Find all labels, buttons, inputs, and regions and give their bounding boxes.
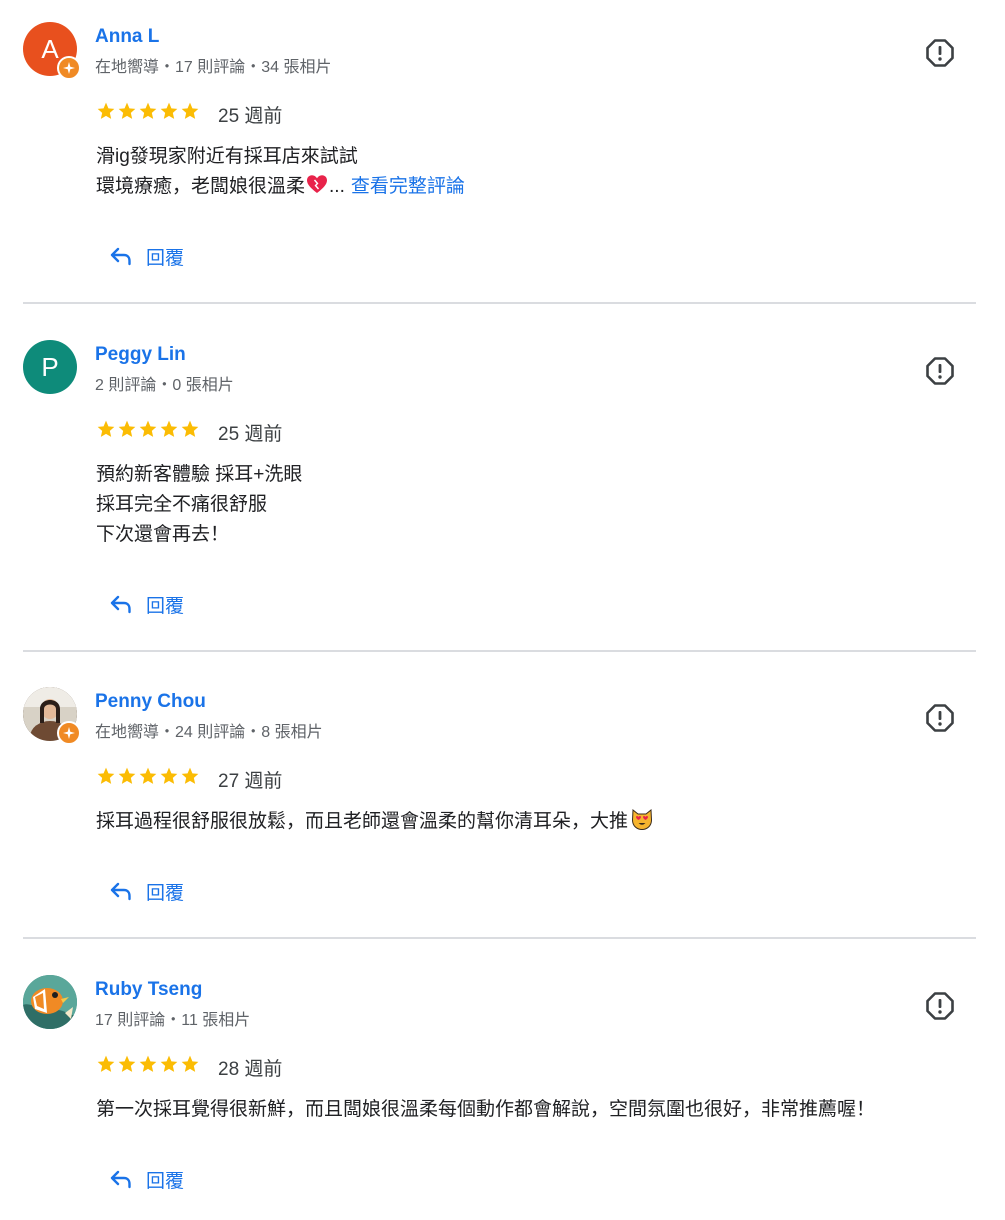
- star-icon: [139, 420, 157, 437]
- reviewer-name[interactable]: Ruby Tseng: [95, 979, 202, 1001]
- reply-label: 回覆: [146, 595, 185, 617]
- reviewer-name[interactable]: Peggy Lin: [95, 344, 186, 366]
- reviewer-meta[interactable]: 17 則評論・11 張相片: [95, 1006, 250, 1030]
- reviewer-meta[interactable]: 在地嚮導・24 則評論・8 張相片: [95, 718, 323, 742]
- ellipsis: ...: [329, 176, 345, 197]
- review-text: 第一次採耳覺得很新鮮，而且闆娘很溫柔每個動作都會解說，空間氛圍也很好，非常推薦喔…: [96, 1095, 875, 1125]
- reviewer-meta[interactable]: 在地嚮導・17 則評論・34 張相片: [95, 53, 332, 77]
- star-icon: [118, 420, 136, 437]
- star-rating: [96, 766, 200, 788]
- star-rating: [96, 1054, 200, 1076]
- avatar-letter: A: [41, 33, 59, 64]
- reviewer-meta[interactable]: 2 則評論・0 張相片: [95, 371, 234, 395]
- heart-eyes-cat-emoji: [632, 808, 653, 831]
- review-line-with-more: 環境療癒，老闆娘很溫柔... 查看完整評論: [96, 172, 465, 202]
- star-icon: [97, 767, 115, 784]
- avatar-letter: P: [41, 351, 59, 382]
- local-guide-badge-icon: [57, 56, 81, 80]
- star-icon: [118, 767, 136, 784]
- star-icon: [160, 767, 178, 784]
- star-icon: [139, 102, 157, 119]
- review-line: 第一次採耳覺得很新鮮，而且闆娘很溫柔每個動作都會解說，空間氛圍也很好，非常推薦喔…: [96, 1099, 876, 1120]
- reply-label: 回覆: [146, 882, 185, 904]
- see-full-review-link[interactable]: 查看完整評論: [351, 176, 465, 197]
- avatar[interactable]: [23, 975, 77, 1029]
- review-date: 25 週前: [218, 424, 283, 445]
- reply-label: 回覆: [146, 247, 185, 269]
- report-icon[interactable]: [925, 356, 955, 386]
- avatar-photo: [23, 975, 77, 1029]
- avatar[interactable]: [23, 687, 81, 745]
- reply-icon: [110, 882, 131, 901]
- star-rating: [96, 419, 200, 441]
- star-icon: [160, 1055, 178, 1072]
- report-icon[interactable]: [925, 38, 955, 68]
- star-icon: [139, 767, 157, 784]
- review-text: 滑ig發現家附近有採耳店來試試 環境療癒，老闆娘很溫柔... 查看完整評論: [96, 142, 465, 202]
- reviewer-name[interactable]: Anna L: [95, 26, 159, 48]
- review-line: 環境療癒，老闆娘很溫柔: [96, 176, 306, 197]
- review-text: 採耳過程很舒服很放鬆，而且老師還會溫柔的幫你清耳朵，大推: [96, 807, 654, 837]
- divider: [23, 302, 976, 304]
- star-icon: [160, 102, 178, 119]
- star-icon: [97, 1055, 115, 1072]
- reply-button[interactable]: 回覆: [108, 242, 184, 270]
- reply-icon: [110, 595, 131, 614]
- heart-emoji: [307, 175, 328, 193]
- review-line-with-emoji: 採耳過程很舒服很放鬆，而且老師還會溫柔的幫你清耳朵，大推: [96, 807, 654, 837]
- review-line: 滑ig發現家附近有採耳店來試試: [96, 146, 358, 167]
- star-icon: [181, 1055, 199, 1072]
- star-icon: [139, 1055, 157, 1072]
- reviewer-name[interactable]: Penny Chou: [95, 691, 206, 713]
- review-text: 預約新客體驗 採耳+洗眼 採耳完全不痛很舒服 下次還會再去！: [96, 460, 302, 550]
- reply-label: 回覆: [146, 1170, 185, 1192]
- review-line: 下次還會再去！: [96, 524, 230, 545]
- reply-button[interactable]: 回覆: [108, 877, 184, 905]
- review-date: 25 週前: [218, 106, 283, 127]
- star-icon: [181, 767, 199, 784]
- review-line: 採耳完全不痛很舒服: [96, 494, 268, 515]
- star-icon: [118, 1055, 136, 1072]
- review-date: 28 週前: [218, 1059, 283, 1080]
- star-icon: [181, 102, 199, 119]
- review-date: 27 週前: [218, 771, 283, 792]
- star-icon: [160, 420, 178, 437]
- divider: [23, 650, 976, 652]
- report-icon[interactable]: [925, 991, 955, 1021]
- star-icon: [181, 420, 199, 437]
- avatar[interactable]: A: [23, 22, 81, 80]
- reply-button[interactable]: 回覆: [108, 590, 184, 618]
- reply-icon: [110, 247, 131, 266]
- review-line: 預約新客體驗 採耳+洗眼: [96, 464, 303, 485]
- review-line: 採耳過程很舒服很放鬆，而且老師還會溫柔的幫你清耳朵，大推: [96, 811, 629, 832]
- reply-icon: [110, 1170, 131, 1189]
- star-icon: [97, 102, 115, 119]
- star-icon: [97, 420, 115, 437]
- avatar[interactable]: P: [23, 340, 77, 394]
- report-icon[interactable]: [925, 703, 955, 733]
- star-rating: [96, 101, 200, 123]
- reply-button[interactable]: 回覆: [108, 1165, 184, 1193]
- local-guide-badge-icon: [57, 721, 81, 745]
- star-icon: [118, 102, 136, 119]
- divider: [23, 937, 976, 939]
